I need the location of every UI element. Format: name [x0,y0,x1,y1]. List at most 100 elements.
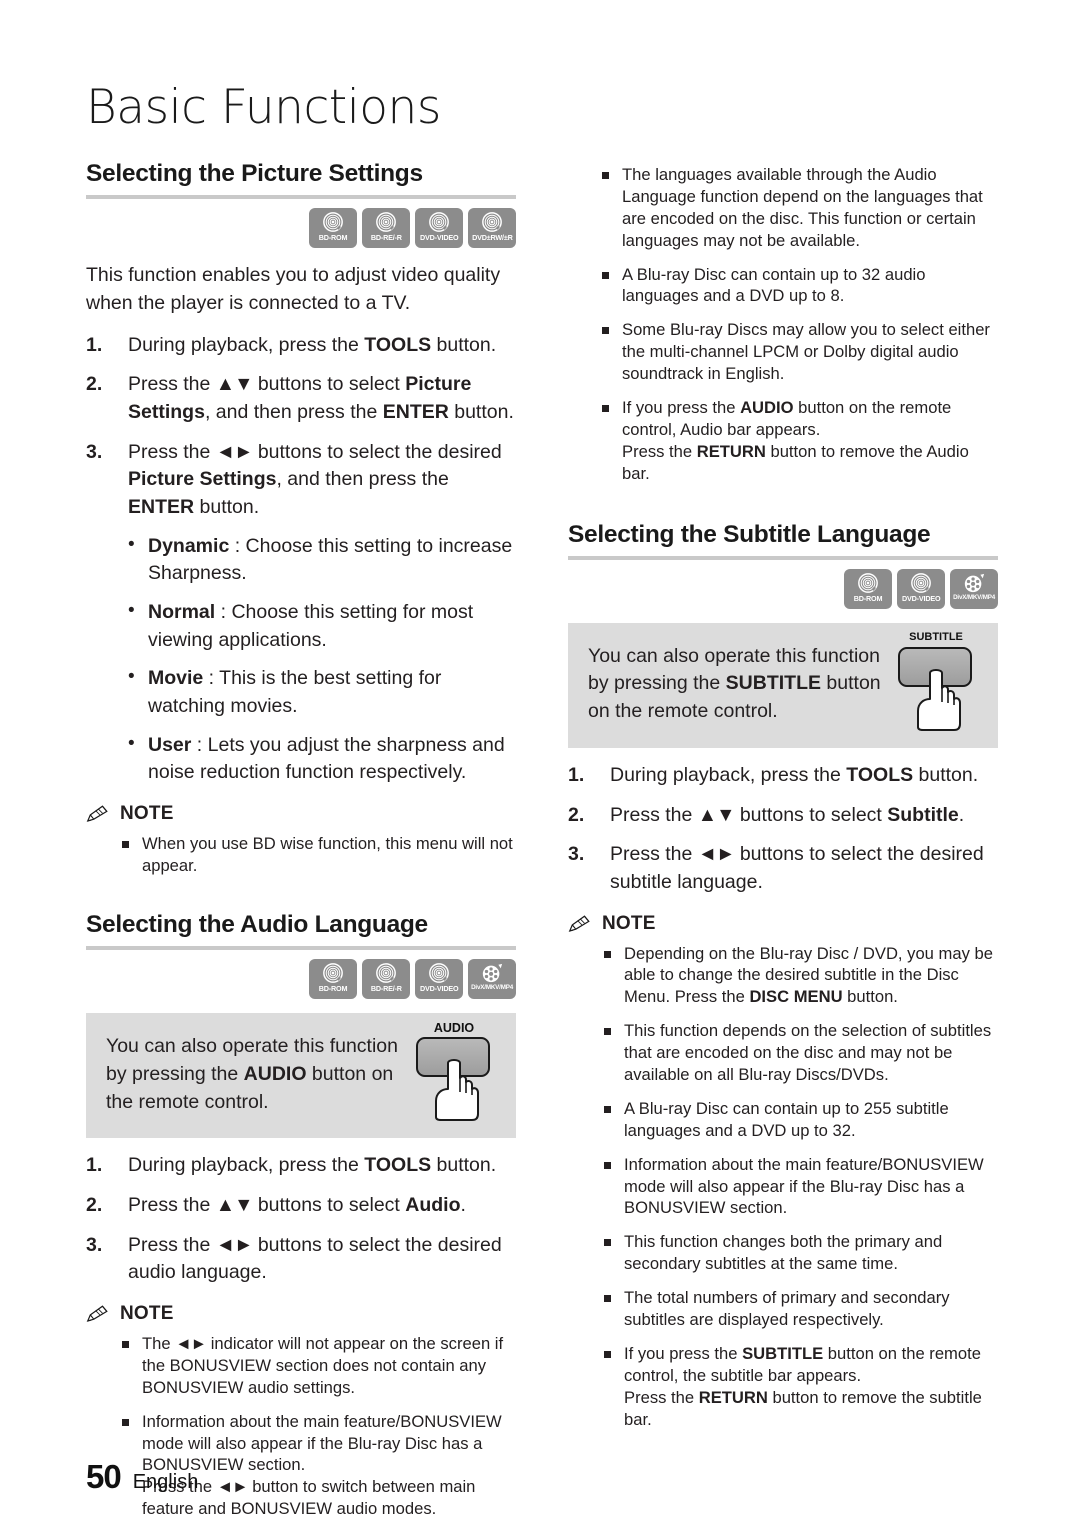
disc-icon-label: BD-ROM [318,233,348,243]
list-item: Depending on the Blu-ray Disc / DVD, you… [602,943,998,1009]
disc-icon-label: DVD±RW/±R [471,233,513,243]
step-number: 1. [86,333,103,356]
disc-icon-label: DVD-VIDEO [419,233,459,243]
disc-icon-label: BD-ROM [853,593,883,603]
step-item: 2. Press the ▲▼ buttons to select Subtitl… [568,802,998,830]
disc-icon-row-picture-settings: BD-ROM BD-RE/-R DVD-VIDEO DVD±RW/±R [86,208,516,249]
heading-divider [86,195,516,200]
note-label: NOTE [120,803,174,825]
step-item: 1. During playback, press the TOOLS butto… [86,332,516,360]
step-number: 1. [86,1154,103,1177]
step-text: During playback, press the TOOLS button. [610,763,979,786]
note-header: NOTE [86,1303,516,1325]
list-item: Some Blu-ray Discs may allow you to sele… [600,319,998,385]
disc-icon-label: DVD-VIDEO [419,984,459,994]
step-text: Press the ◄► buttons to select the desir… [610,843,984,893]
left-column: Selecting the Picture Settings BD-ROM BD-… [86,160,516,1520]
remote-button-label: AUDIO [433,1021,475,1036]
note-list-picture-settings: When you use BD wise function, this menu… [120,833,516,877]
disc-icon-bd-rom: BD-ROM [309,959,357,1000]
step-item: 3. Press the ◄► buttons to select the des… [86,439,516,522]
disc-icon-bd-re-r: BD-RE/-R [362,959,410,1000]
pencil-icon [568,914,594,934]
note-header: NOTE [86,803,516,825]
page-number: 50 [86,1458,122,1495]
section-picture-settings: Selecting the Picture Settings BD-ROM BD-… [86,160,516,877]
page-language: English [132,1471,199,1493]
step-number: 3. [86,440,103,463]
disc-icon-row-subtitle-language: BD-ROM DVD-VIDEO DivX/MKV/MP4 [568,568,998,609]
section-heading-picture-settings: Selecting the Picture Settings [86,160,423,187]
disc-icon-divx-mkv-mp4: DivX/MKV/MP4 [468,959,516,1000]
list-item: When you use BD wise function, this menu… [120,833,516,877]
list-item: This function depends on the selection o… [602,1020,998,1086]
section-heading-audio-language: Selecting the Audio Language [86,910,428,938]
step-number: 1. [568,763,585,786]
heading-divider [86,946,516,951]
list-item: A Blu-ray Disc can contain up to 32 audi… [600,264,998,308]
steps-subtitle-language: 1. During playback, press the TOOLS butto… [568,762,998,897]
steps-audio-language: 1. During playback, press the TOOLS butto… [86,1152,516,1287]
disc-icon-dvd-rw-r: DVD±RW/±R [468,208,516,249]
disc-icon-label: BD-RE/-R [370,984,402,994]
callout-audio-button: You can also operate this function by pr… [86,1013,516,1139]
remote-button-illustration: SUBTITLE [892,631,980,733]
list-item: Information about the main feature/BONUS… [602,1154,998,1220]
disc-icon-label: DivX/MKV/MP4 [953,593,995,601]
list-item: Movie : This is the best setting for wat… [128,664,516,720]
section-heading-subtitle-language: Selecting the Subtitle Language [568,520,931,548]
list-item: This function changes both the primary a… [602,1231,998,1275]
note-label: NOTE [120,1302,174,1324]
list-item: If you press the SUBTITLE button on the … [602,1343,998,1431]
disc-icon-divx-mkv-mp4: DivX/MKV/MP4 [950,568,998,609]
note-header: NOTE [568,913,998,935]
heading-divider [568,555,998,560]
step-item: 3. Press the ◄► buttons to select the des… [86,1232,516,1287]
list-item: User : Lets you adjust the sharpness and… [128,731,516,787]
pencil-icon [86,804,112,824]
list-item: The languages available through the Audi… [600,164,998,252]
disc-icon-bd-re-r: BD-RE/-R [362,208,410,249]
step-number: 3. [568,843,585,866]
disc-icon-dvd-video: DVD-VIDEO [415,959,463,1000]
step-number: 2. [86,1193,103,1216]
right-column: The languages available through the Audi… [568,160,998,1430]
step-item: 1. During playback, press the TOOLS butto… [86,1152,516,1180]
disc-icon-label: DVD-VIDEO [901,593,941,603]
list-item: Normal : Choose this setting for most vi… [128,598,516,654]
callout-text: You can also operate this function by pr… [106,1035,398,1113]
picture-mode-options: Dynamic : Choose this setting to increas… [128,532,516,788]
step-number: 2. [568,803,585,826]
step-text: Press the ▲▼ buttons to select Picture S… [128,373,514,423]
disc-icon-label: DivX/MKV/MP4 [471,984,513,992]
step-number: 3. [86,1233,103,1256]
list-item: Dynamic : Choose this setting to increas… [128,532,516,588]
disc-icon-label: BD-ROM [318,984,348,994]
steps-picture-settings: 1. During playback, press the TOOLS butto… [86,332,516,522]
callout-text: You can also operate this function by pr… [588,644,881,723]
step-text: Press the ◄► buttons to select the desir… [128,1233,502,1284]
disc-icon-bd-rom: BD-ROM [309,208,357,249]
step-text: Press the ◄► buttons to select the desir… [128,440,502,518]
disc-icon-label: BD-RE/-R [370,233,402,243]
intro-paragraph: This function enables you to adjust vide… [86,264,501,314]
pointing-hand-icon [432,1059,488,1126]
disc-icon-dvd-video: DVD-VIDEO [897,568,945,609]
step-item: 1. During playback, press the TOOLS butto… [568,762,998,790]
callout-subtitle-button: You can also operate this function by pr… [568,622,998,748]
step-text: During playback, press the TOOLS button. [128,1154,497,1177]
section-subtitle-language: Selecting the Subtitle Language BD-ROM DV… [568,521,998,1431]
pointing-hand-icon [914,668,970,736]
page-footer: 50 English [86,1458,198,1496]
disc-icon-bd-rom: BD-ROM [844,568,892,609]
list-item: If you press the AUDIO button on the rem… [600,397,998,485]
step-text: Press the ▲▼ buttons to select Audio. [128,1193,466,1216]
step-item: 3. Press the ◄► buttons to select the des… [568,841,998,896]
manual-page: Basic Functions Selecting the Picture Se… [0,0,1080,1532]
section-audio-language: Selecting the Audio Language BD-ROM BD-RE… [86,911,516,1520]
step-item: 2. Press the ▲▼ buttons to select Picture… [86,371,516,426]
note-list-subtitle-language: Depending on the Blu-ray Disc / DVD, you… [602,943,998,1431]
note-list-audio-continued: The languages available through the Audi… [600,164,998,485]
list-item: The total numbers of primary and seconda… [602,1287,998,1331]
remote-button-label: SUBTITLE [909,630,963,643]
